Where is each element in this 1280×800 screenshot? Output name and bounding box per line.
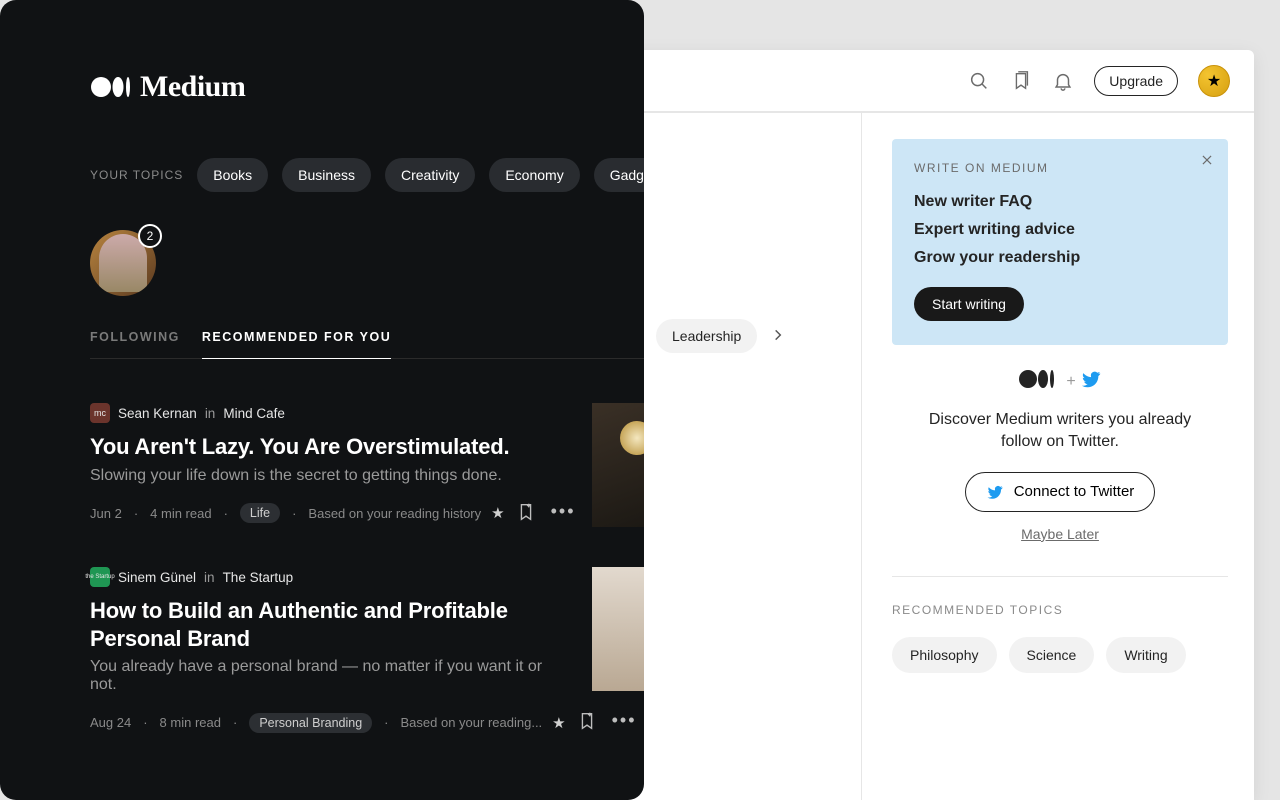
author-name: Sean Kernan: [118, 406, 197, 421]
member-only-star-icon: ★: [491, 504, 504, 522]
plus-icon: +: [1066, 373, 1075, 391]
tab-recommended[interactable]: RECOMMENDED FOR YOU: [202, 330, 391, 344]
article-tag[interactable]: Life: [240, 503, 280, 523]
followed-user-avatar[interactable]: 2: [90, 230, 156, 296]
twitter-desc: Discover Medium writers you already foll…: [892, 409, 1228, 454]
search-icon[interactable]: [968, 70, 990, 92]
article-subtitle: You already have a personal brand — no m…: [90, 658, 556, 694]
article-title: How to Build an Authentic and Profitable…: [90, 597, 556, 652]
your-topics-label: YOUR TOPICS: [90, 168, 183, 182]
topic-chip-science[interactable]: Science: [1009, 637, 1095, 673]
topic-chip-leadership[interactable]: Leadership: [656, 319, 757, 353]
publication-badge-icon: the Startup: [90, 567, 110, 587]
topic-chip-creativity[interactable]: Creativity: [385, 158, 475, 192]
topic-chip-economy[interactable]: Economy: [489, 158, 579, 192]
promo-link-readership[interactable]: Grow your readership: [914, 249, 1206, 267]
topic-chip-gadgets[interactable]: Gadgets: [594, 158, 644, 192]
profile-avatar[interactable]: ★: [1198, 65, 1230, 97]
article-card[interactable]: the Startup Sinem Günel in The Startup H…: [90, 567, 644, 735]
byline-in: in: [205, 406, 216, 421]
notification-badge: 2: [138, 224, 162, 248]
article-thumbnail: [592, 567, 644, 691]
promo-link-advice[interactable]: Expert writing advice: [914, 221, 1206, 239]
article-reason: Based on your reading...: [401, 715, 543, 730]
notifications-icon[interactable]: [1052, 70, 1074, 92]
publication-name: The Startup: [223, 570, 294, 585]
sidebar-column: WRITE ON MEDIUM New writer FAQ Expert wr…: [861, 113, 1254, 800]
chevron-right-icon[interactable]: [771, 325, 785, 348]
close-icon[interactable]: [1200, 153, 1214, 172]
article-date: Aug 24: [90, 715, 131, 730]
medium-logo-icon: [1018, 367, 1062, 397]
bookmark-add-icon[interactable]: [515, 501, 537, 526]
author-name: Sinem Günel: [118, 570, 196, 585]
topic-chip-philosophy[interactable]: Philosophy: [892, 637, 997, 673]
tab-following[interactable]: FOLLOWING: [90, 330, 180, 344]
write-on-medium-card: WRITE ON MEDIUM New writer FAQ Expert wr…: [892, 139, 1228, 345]
connect-twitter-button[interactable]: Connect to Twitter: [965, 472, 1156, 512]
article-readtime: 4 min read: [150, 506, 211, 521]
dark-theme-preview: Medium YOUR TOPICS Books Business Creati…: [0, 0, 644, 800]
medium-logo[interactable]: Medium: [90, 70, 644, 104]
article-reason: Based on your reading history: [308, 506, 481, 521]
member-only-star-icon: ★: [552, 714, 565, 732]
upgrade-button[interactable]: Upgrade: [1094, 66, 1178, 96]
article-thumbnail: [592, 403, 644, 527]
bookmark-add-icon[interactable]: [576, 710, 598, 735]
twitter-connect-card: + Discover Medium writers you already fo…: [892, 367, 1228, 542]
topic-chip-writing[interactable]: Writing: [1106, 637, 1185, 673]
publication-badge-icon: mc: [90, 403, 110, 423]
recommended-topics-heading: RECOMMENDED TOPICS: [892, 603, 1228, 617]
promo-link-faq[interactable]: New writer FAQ: [914, 193, 1206, 211]
bookmarks-icon[interactable]: [1010, 70, 1032, 92]
start-writing-button[interactable]: Start writing: [914, 287, 1024, 321]
more-icon[interactable]: •••: [612, 710, 637, 735]
publication-name: Mind Cafe: [223, 406, 285, 421]
maybe-later-link[interactable]: Maybe Later: [892, 526, 1228, 542]
twitter-icon: [1080, 368, 1102, 396]
article-tag[interactable]: Personal Branding: [249, 713, 372, 733]
promo-heading: WRITE ON MEDIUM: [914, 161, 1206, 175]
article-title: You Aren't Lazy. You Are Overstimulated.: [90, 433, 556, 461]
topic-chip-business[interactable]: Business: [282, 158, 371, 192]
topic-chip-books[interactable]: Books: [197, 158, 268, 192]
more-icon[interactable]: •••: [551, 501, 576, 526]
brand-name: Medium: [140, 70, 245, 104]
article-card[interactable]: mc Sean Kernan in Mind Cafe You Aren't L…: [90, 403, 644, 527]
article-subtitle: Slowing your life down is the secret to …: [90, 467, 556, 485]
article-readtime: 8 min read: [160, 715, 221, 730]
byline-in: in: [204, 570, 215, 585]
article-date: Jun 2: [90, 506, 122, 521]
